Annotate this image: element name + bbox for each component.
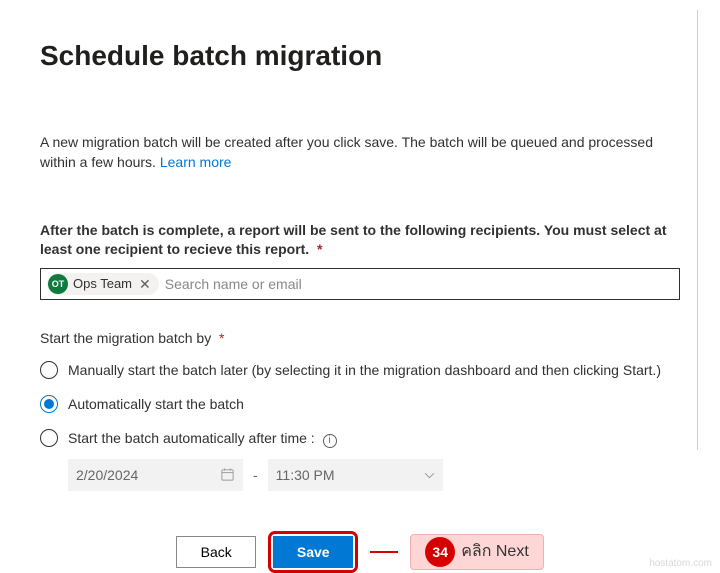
- avatar: OT: [48, 274, 68, 294]
- required-asterisk: *: [215, 330, 224, 346]
- time-picker[interactable]: 11:30 PM: [268, 459, 443, 491]
- radio-auto-label: Automatically start the batch: [68, 394, 244, 414]
- radio-manual-start[interactable]: Manually start the batch later (by selec…: [40, 360, 680, 380]
- date-time-separator: -: [253, 467, 258, 483]
- radio-icon: [40, 361, 58, 379]
- recipients-label: After the batch is complete, a report wi…: [40, 221, 680, 260]
- radio-time-label-text: Start the batch automatically after time…: [68, 430, 315, 446]
- footer-actions: Back Save 34 คลิก Next: [40, 515, 680, 573]
- time-value: 11:30 PM: [276, 467, 335, 483]
- intro-text: A new migration batch will be created af…: [40, 134, 653, 170]
- info-icon[interactable]: i: [323, 434, 337, 448]
- save-highlight-box: Save: [268, 531, 358, 573]
- step-number-badge: 34: [425, 537, 455, 567]
- radio-after-time[interactable]: Start the batch automatically after time…: [40, 428, 680, 448]
- page-title: Schedule batch migration: [40, 40, 680, 72]
- instruction-callout: 34 คลิก Next: [410, 534, 544, 570]
- learn-more-link[interactable]: Learn more: [160, 154, 232, 170]
- recipients-search-input[interactable]: [165, 276, 673, 292]
- start-by-label: Start the migration batch by *: [40, 330, 680, 346]
- date-picker[interactable]: 2/20/2024: [68, 459, 243, 491]
- calendar-icon: [220, 467, 235, 482]
- callout-connector: [370, 551, 398, 553]
- recipient-chip: OT Ops Team ✕: [47, 273, 159, 295]
- panel-divider: [697, 10, 698, 450]
- schedule-datetime-row: 2/20/2024 - 11:30 PM: [68, 459, 680, 491]
- back-button[interactable]: Back: [176, 536, 256, 568]
- remove-chip-icon[interactable]: ✕: [137, 277, 153, 291]
- date-value: 2/20/2024: [76, 467, 138, 483]
- radio-time-label: Start the batch automatically after time…: [68, 428, 337, 448]
- start-by-label-text: Start the migration batch by: [40, 330, 211, 346]
- chevron-down-icon: [424, 468, 435, 482]
- recipient-chip-label: Ops Team: [73, 276, 132, 291]
- radio-manual-label: Manually start the batch later (by selec…: [68, 360, 661, 380]
- radio-icon: [40, 429, 58, 447]
- required-asterisk: *: [313, 241, 322, 257]
- recipients-picker[interactable]: OT Ops Team ✕: [40, 268, 680, 300]
- save-button[interactable]: Save: [273, 536, 353, 568]
- callout-text: คลิก Next: [461, 539, 529, 564]
- recipients-label-text: After the batch is complete, a report wi…: [40, 222, 667, 258]
- watermark: hostatom.com: [649, 558, 712, 569]
- radio-auto-start[interactable]: Automatically start the batch: [40, 394, 680, 414]
- radio-icon: [40, 395, 58, 413]
- intro-paragraph: A new migration batch will be created af…: [40, 132, 680, 173]
